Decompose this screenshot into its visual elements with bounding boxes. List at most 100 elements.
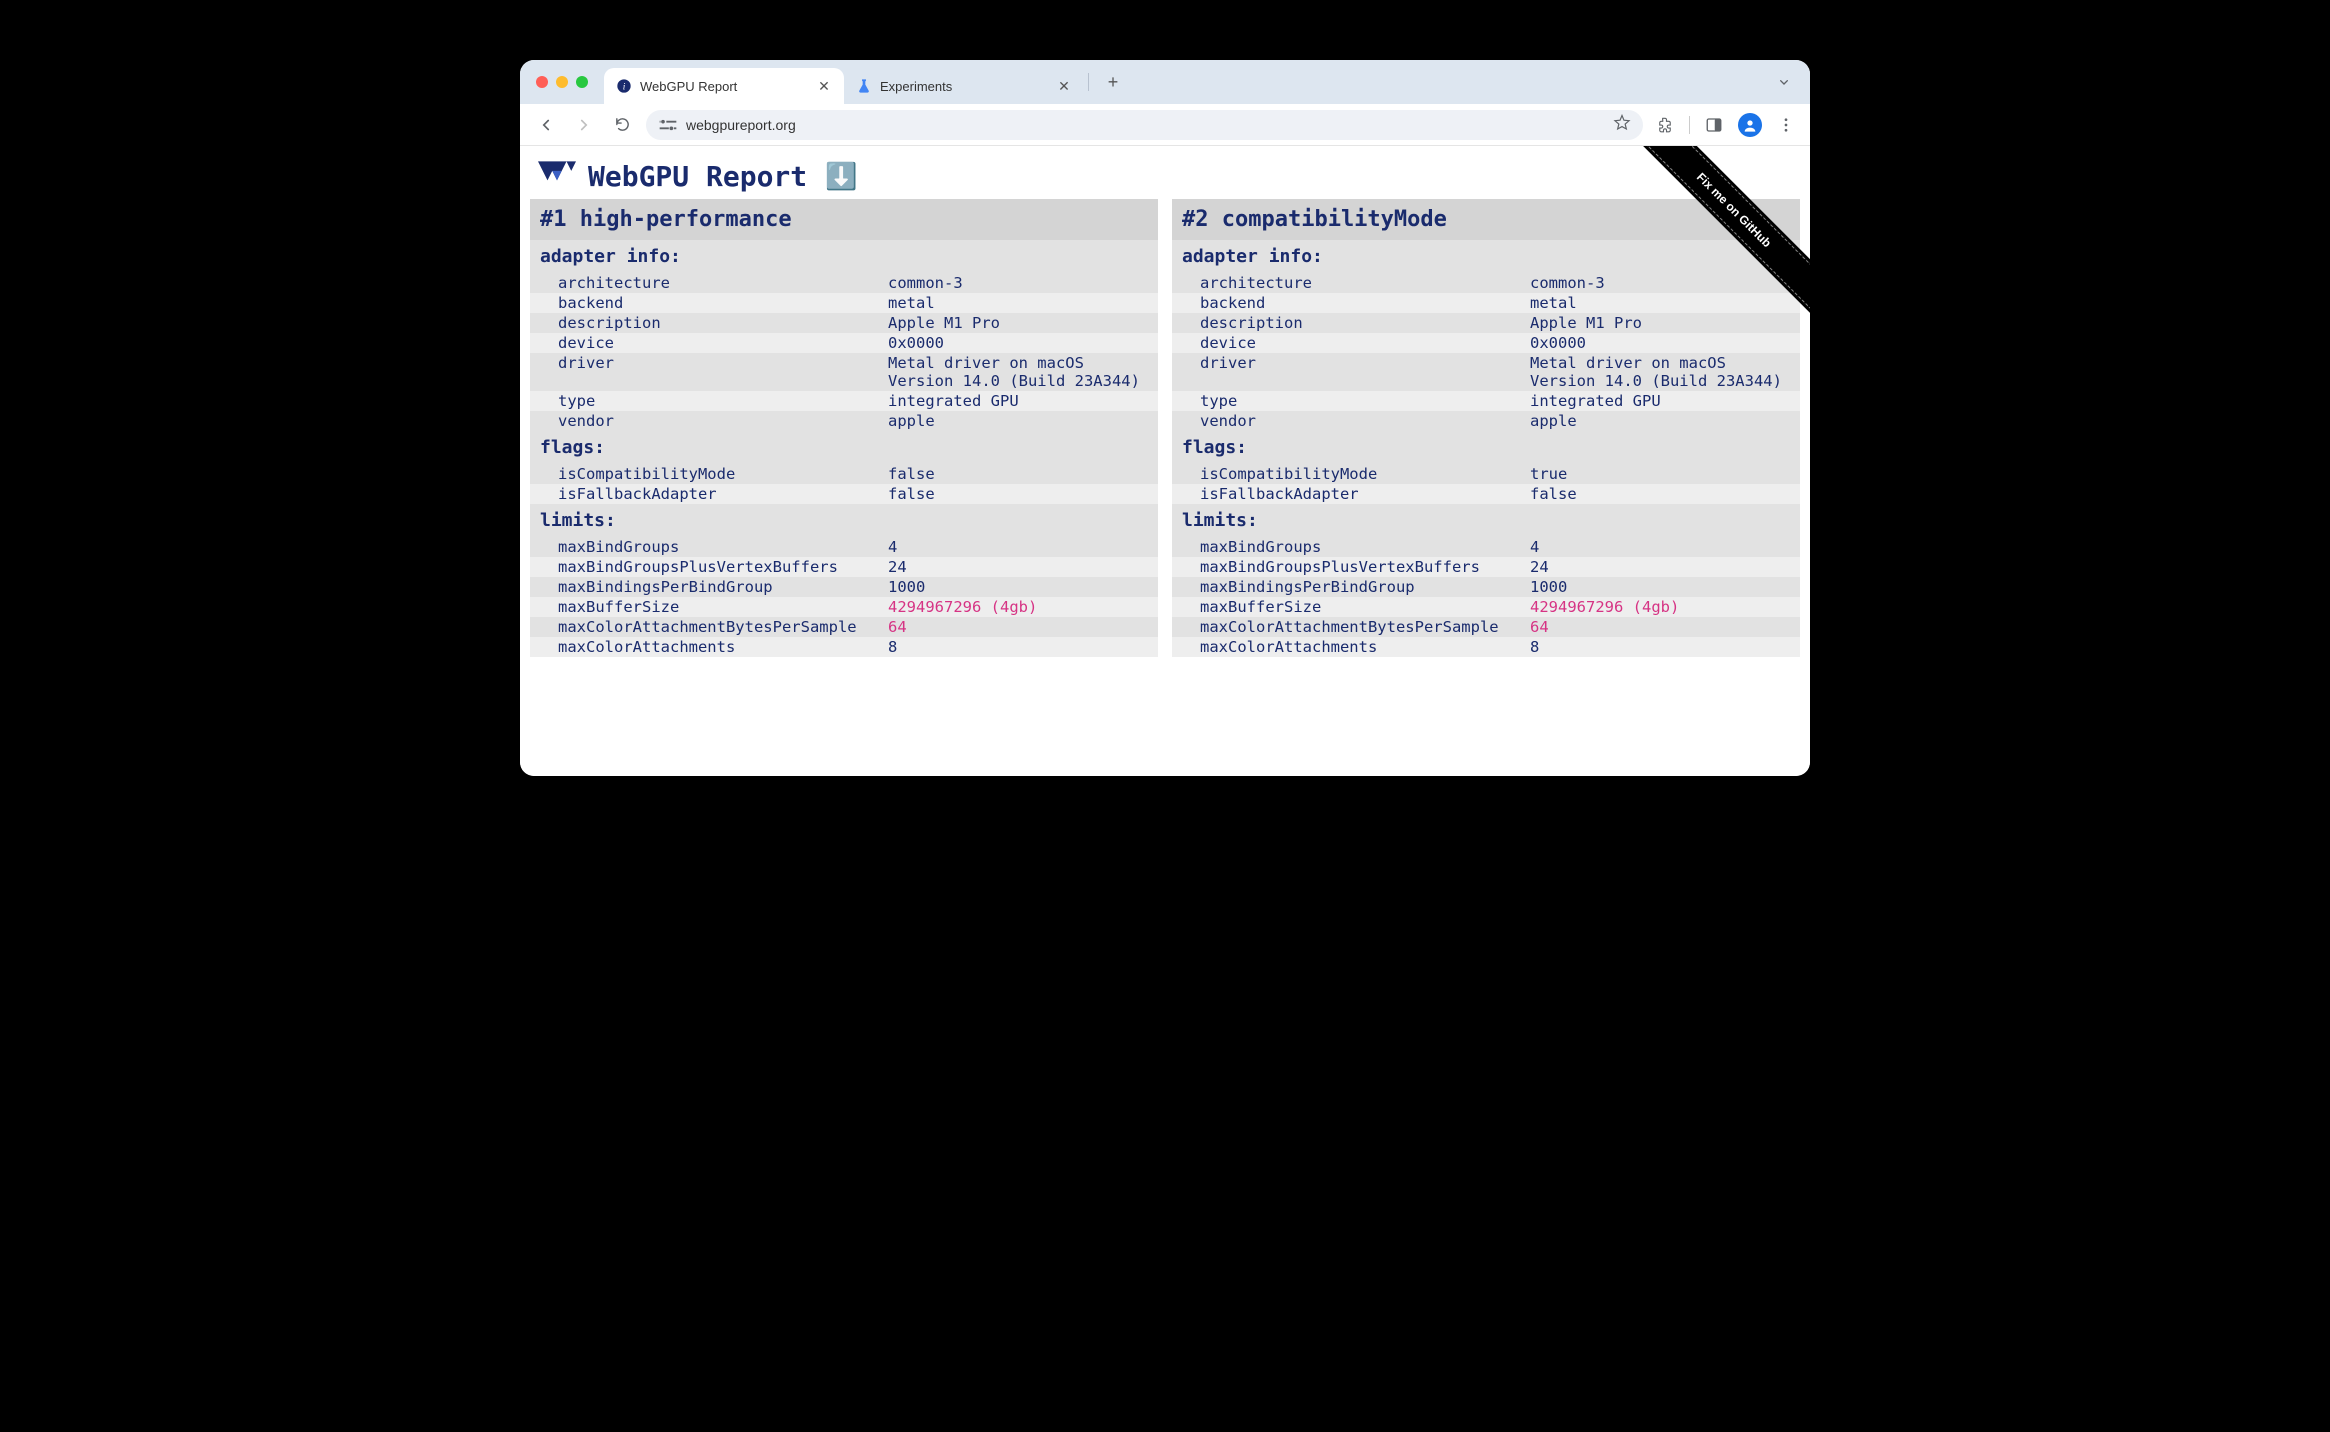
row-key: driver (1200, 354, 1530, 390)
row-value: 64 (1530, 618, 1790, 636)
row-key: isFallbackAdapter (558, 485, 888, 503)
adapter-header: #1 high-performance (530, 199, 1158, 240)
url-bar[interactable]: webgpureport.org (646, 110, 1643, 140)
tab-webgpu-report[interactable]: i WebGPU Report ✕ (604, 68, 844, 104)
table-row: driverMetal driver on macOS Version 14.0… (530, 353, 1158, 391)
row-value: 1000 (1530, 578, 1790, 596)
row-value: apple (1530, 412, 1790, 430)
forward-button[interactable] (570, 111, 598, 139)
table-row: descriptionApple M1 Pro (530, 313, 1158, 333)
github-ribbon-label: Fix me on GitHub (1624, 146, 1810, 320)
kebab-menu-icon[interactable] (1774, 113, 1798, 137)
profile-avatar[interactable] (1738, 113, 1762, 137)
section-rows: architecturecommon-3backendmetaldescript… (530, 273, 1158, 431)
tab-title: Experiments (880, 79, 952, 94)
row-key: driver (558, 354, 888, 390)
row-value: 4294967296 (4gb) (1530, 598, 1790, 616)
browser-toolbar: webgpureport.org (520, 104, 1810, 146)
table-row: typeintegrated GPU (1172, 391, 1800, 411)
row-value: false (888, 465, 1148, 483)
row-key: maxColorAttachments (558, 638, 888, 656)
table-row: maxColorAttachmentBytesPerSample64 (1172, 617, 1800, 637)
table-row: driverMetal driver on macOS Version 14.0… (1172, 353, 1800, 391)
row-value: 64 (888, 618, 1148, 636)
row-key: description (1200, 314, 1530, 332)
section-rows: isCompatibilityModefalseisFallbackAdapte… (530, 464, 1158, 504)
row-value: 8 (1530, 638, 1790, 656)
traffic-lights (536, 76, 588, 88)
row-value: 4294967296 (4gb) (888, 598, 1148, 616)
window-minimize-button[interactable] (556, 76, 568, 88)
row-key: maxBufferSize (1200, 598, 1530, 616)
window-close-button[interactable] (536, 76, 548, 88)
tab-experiments[interactable]: Experiments ✕ (844, 68, 1084, 104)
row-key: type (558, 392, 888, 410)
row-value: Metal driver on macOS Version 14.0 (Buil… (1530, 354, 1790, 390)
row-key: isCompatibilityMode (558, 465, 888, 483)
row-key: maxColorAttachments (1200, 638, 1530, 656)
row-key: maxBufferSize (558, 598, 888, 616)
row-key: description (558, 314, 888, 332)
row-key: maxColorAttachmentBytesPerSample (558, 618, 888, 636)
section-header: limits: (1172, 504, 1800, 537)
table-row: isCompatibilityModetrue (1172, 464, 1800, 484)
table-row: maxColorAttachmentBytesPerSample64 (530, 617, 1158, 637)
table-row: vendorapple (1172, 411, 1800, 431)
new-tab-button[interactable]: + (1099, 68, 1127, 96)
row-key: maxBindGroups (558, 538, 888, 556)
row-value: integrated GPU (1530, 392, 1790, 410)
page-content: Fix me on GitHub WebGPU Report ⬇️ #1 hig… (520, 146, 1810, 776)
row-key: type (1200, 392, 1530, 410)
section-header: flags: (530, 431, 1158, 464)
table-row: maxBindGroups4 (1172, 537, 1800, 557)
table-row: architecturecommon-3 (530, 273, 1158, 293)
table-row: maxBindingsPerBindGroup1000 (1172, 577, 1800, 597)
row-key: backend (558, 294, 888, 312)
back-button[interactable] (532, 111, 560, 139)
row-key: maxBindingsPerBindGroup (1200, 578, 1530, 596)
section-header: flags: (1172, 431, 1800, 464)
table-row: maxBindGroups4 (530, 537, 1158, 557)
tab-overflow-button[interactable] (1770, 68, 1798, 96)
download-button[interactable]: ⬇️ (825, 161, 857, 192)
row-value: 4 (888, 538, 1148, 556)
table-row: isFallbackAdapterfalse (1172, 484, 1800, 504)
url-text: webgpureport.org (686, 117, 796, 133)
tab-separator (1088, 73, 1089, 91)
webgpu-favicon-icon: i (616, 78, 632, 94)
extensions-icon[interactable] (1653, 113, 1677, 137)
toolbar-separator (1689, 116, 1690, 134)
row-value: 8 (888, 638, 1148, 656)
toolbar-actions (1653, 113, 1798, 137)
row-value: 24 (888, 558, 1148, 576)
row-value: 0x0000 (888, 334, 1148, 352)
section-header: adapter info: (530, 240, 1158, 273)
window-maximize-button[interactable] (576, 76, 588, 88)
row-value: metal (888, 294, 1148, 312)
close-tab-icon[interactable]: ✕ (1056, 78, 1072, 94)
table-row: maxBufferSize4294967296 (4gb) (530, 597, 1158, 617)
bookmark-star-icon[interactable] (1613, 114, 1631, 135)
close-tab-icon[interactable]: ✕ (816, 78, 832, 94)
site-settings-icon[interactable] (658, 117, 678, 133)
adapter-column: #1 high-performanceadapter info:architec… (530, 199, 1158, 657)
table-row: maxColorAttachments8 (1172, 637, 1800, 657)
row-value: Metal driver on macOS Version 14.0 (Buil… (888, 354, 1148, 390)
side-panel-icon[interactable] (1702, 113, 1726, 137)
tab-title: WebGPU Report (640, 79, 737, 94)
reload-button[interactable] (608, 111, 636, 139)
row-value: false (888, 485, 1148, 503)
table-row: typeintegrated GPU (530, 391, 1158, 411)
table-row: device0x0000 (530, 333, 1158, 353)
row-key: vendor (1200, 412, 1530, 430)
github-ribbon[interactable]: Fix me on GitHub (1610, 146, 1810, 346)
table-row: isCompatibilityModefalse (530, 464, 1158, 484)
table-row: maxBufferSize4294967296 (4gb) (1172, 597, 1800, 617)
row-key: maxColorAttachmentBytesPerSample (1200, 618, 1530, 636)
table-row: maxBindingsPerBindGroup1000 (530, 577, 1158, 597)
row-key: maxBindGroupsPlusVertexBuffers (1200, 558, 1530, 576)
section-rows: maxBindGroups4maxBindGroupsPlusVertexBuf… (1172, 537, 1800, 657)
tab-bar: i WebGPU Report ✕ Experiments ✕ + (520, 60, 1810, 104)
row-key: maxBindingsPerBindGroup (558, 578, 888, 596)
table-row: maxBindGroupsPlusVertexBuffers24 (530, 557, 1158, 577)
